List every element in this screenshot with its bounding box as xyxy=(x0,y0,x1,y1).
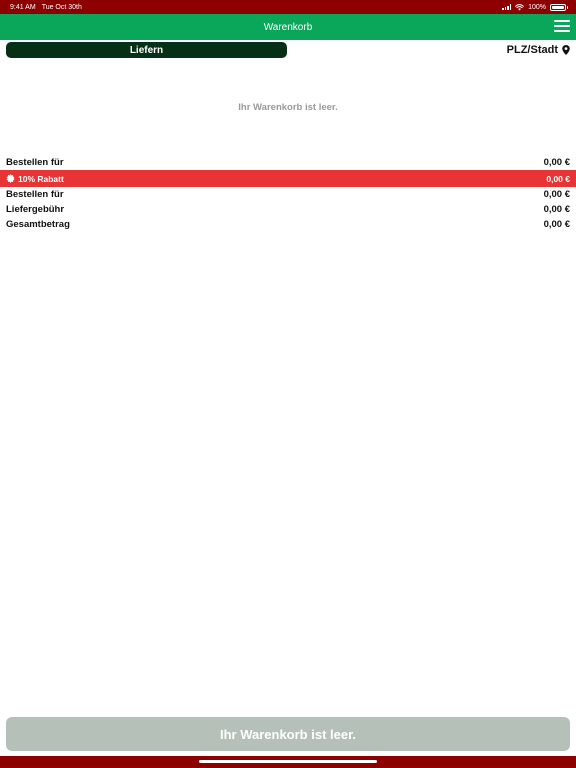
checkout-button[interactable]: Ihr Warenkorb ist leer. xyxy=(6,717,570,751)
summary-row-order-for-discounted: Bestellen für 0,00 € xyxy=(0,187,576,202)
cart-screen: 9:41 AM Tue Oct 30th 100% Warenkorb Lief… xyxy=(0,0,576,768)
deliver-mode-button[interactable]: Liefern xyxy=(6,42,287,58)
location-picker[interactable]: PLZ/Stadt xyxy=(507,44,570,56)
order-for-value: 0,00 € xyxy=(543,189,570,200)
map-pin-icon xyxy=(562,45,570,55)
home-indicator[interactable] xyxy=(199,760,377,763)
battery-icon xyxy=(550,3,568,11)
discount-badge-icon xyxy=(6,174,15,183)
total-value: 0,00 € xyxy=(543,219,570,230)
delivery-fee-value: 0,00 € xyxy=(543,204,570,215)
status-bar: 9:41 AM Tue Oct 30th 100% xyxy=(0,0,576,14)
status-date: Tue Oct 30th xyxy=(41,3,82,11)
summary-row-order-for: Bestellen für 0,00 € xyxy=(0,155,576,170)
empty-cart-message: Ihr Warenkorb ist leer. xyxy=(238,102,338,113)
nav-bar: Warenkorb xyxy=(0,14,576,40)
discount-label-group: 10% Rabatt xyxy=(6,174,64,184)
delivery-row: Liefern PLZ/Stadt xyxy=(6,42,570,58)
hamburger-menu-icon[interactable] xyxy=(554,19,570,33)
order-for-value: 0,00 € xyxy=(543,157,570,168)
status-time: 9:41 AM xyxy=(10,3,36,11)
summary-row-delivery-fee: Liefergebühr 0,00 € xyxy=(0,202,576,217)
summary-row-discount: 10% Rabatt 0,00 € xyxy=(0,170,576,187)
battery-percent: 100% xyxy=(528,3,546,11)
page-title: Warenkorb xyxy=(263,21,313,33)
discount-label: 10% Rabatt xyxy=(18,173,64,184)
order-for-label: Bestellen für xyxy=(6,157,64,168)
status-right: 100% xyxy=(502,3,568,11)
discount-value: 0,00 € xyxy=(546,173,570,184)
status-left: 9:41 AM Tue Oct 30th xyxy=(10,4,82,11)
wifi-icon xyxy=(515,3,524,10)
total-label: Gesamtbetrag xyxy=(6,219,70,230)
summary-row-total: Gesamtbetrag 0,00 € xyxy=(0,217,576,232)
delivery-fee-label: Liefergebühr xyxy=(6,204,65,215)
location-label: PLZ/Stadt xyxy=(506,44,558,56)
order-for-label: Bestellen für xyxy=(6,189,64,200)
cellular-signal-icon xyxy=(502,4,512,10)
